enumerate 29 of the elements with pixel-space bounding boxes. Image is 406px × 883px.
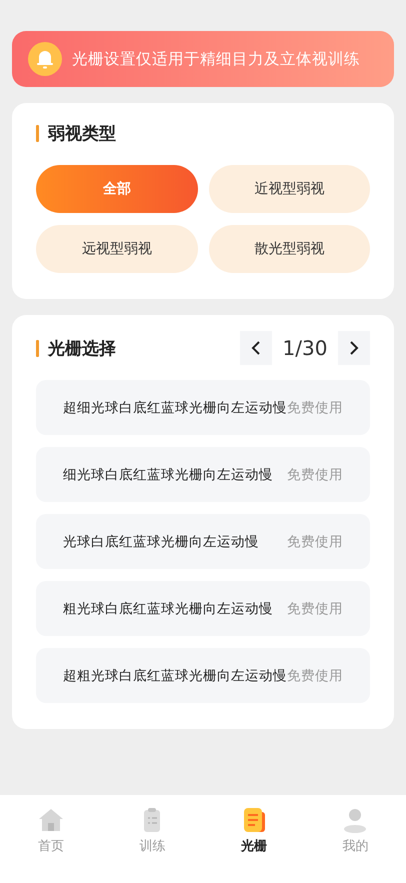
grating-item[interactable]: 光球白底红蓝球光栅向左运动慢 免费使用 (36, 514, 370, 569)
prev-page-button[interactable] (240, 331, 272, 365)
grating-item[interactable]: 细光球白底红蓝球光栅向左运动慢 免费使用 (36, 447, 370, 502)
grating-name: 超细光球白底红蓝球光栅向左运动慢 (63, 398, 287, 416)
type-option[interactable]: 远视型弱视 (36, 225, 198, 273)
section-title: 光栅选择 (48, 338, 116, 360)
grating-name: 超粗光球白底红蓝球光栅向左运动慢 (63, 666, 287, 684)
page-indicator: 1/30 (282, 336, 328, 360)
grating-item[interactable]: 超细光球白底红蓝球光栅向左运动慢免费使用 (36, 380, 370, 435)
home-icon (36, 807, 65, 833)
price-label: 免费使用 (287, 600, 343, 618)
type-option[interactable]: 近视型弱视 (208, 165, 370, 213)
type-option[interactable]: 散光型弱视 (208, 225, 370, 273)
chevron-right-icon (349, 341, 359, 355)
price-label: 免费使用 (287, 666, 343, 684)
grating-item[interactable]: 粗光球白底红蓝球光栅向左运动慢 免费使用 (36, 581, 370, 636)
grating-name: 光球白底红蓝球光栅向左运动慢 (63, 532, 260, 550)
grating-name: 粗光球白底红蓝球光栅向左运动慢 (63, 600, 274, 618)
price-label: 免费使用 (287, 398, 343, 416)
price-label: 免费使用 (287, 466, 343, 484)
grating-name: 细光球白底红蓝球光栅向左运动慢 (63, 466, 274, 484)
price-label: 免费使用 (287, 532, 343, 550)
next-page-button[interactable] (338, 331, 370, 365)
nav-tab[interactable]: 光栅 (203, 807, 304, 855)
bell-icon (28, 42, 62, 76)
section-title: 弱视类型 (48, 122, 116, 144)
chevron-left-icon (251, 341, 261, 355)
grating-item[interactable]: 超粗光球白底红蓝球光栅向左运动慢免费使用 (36, 648, 370, 703)
notice-text: 光栅设置仅适用于精细目力及立体视训练 (72, 48, 360, 70)
